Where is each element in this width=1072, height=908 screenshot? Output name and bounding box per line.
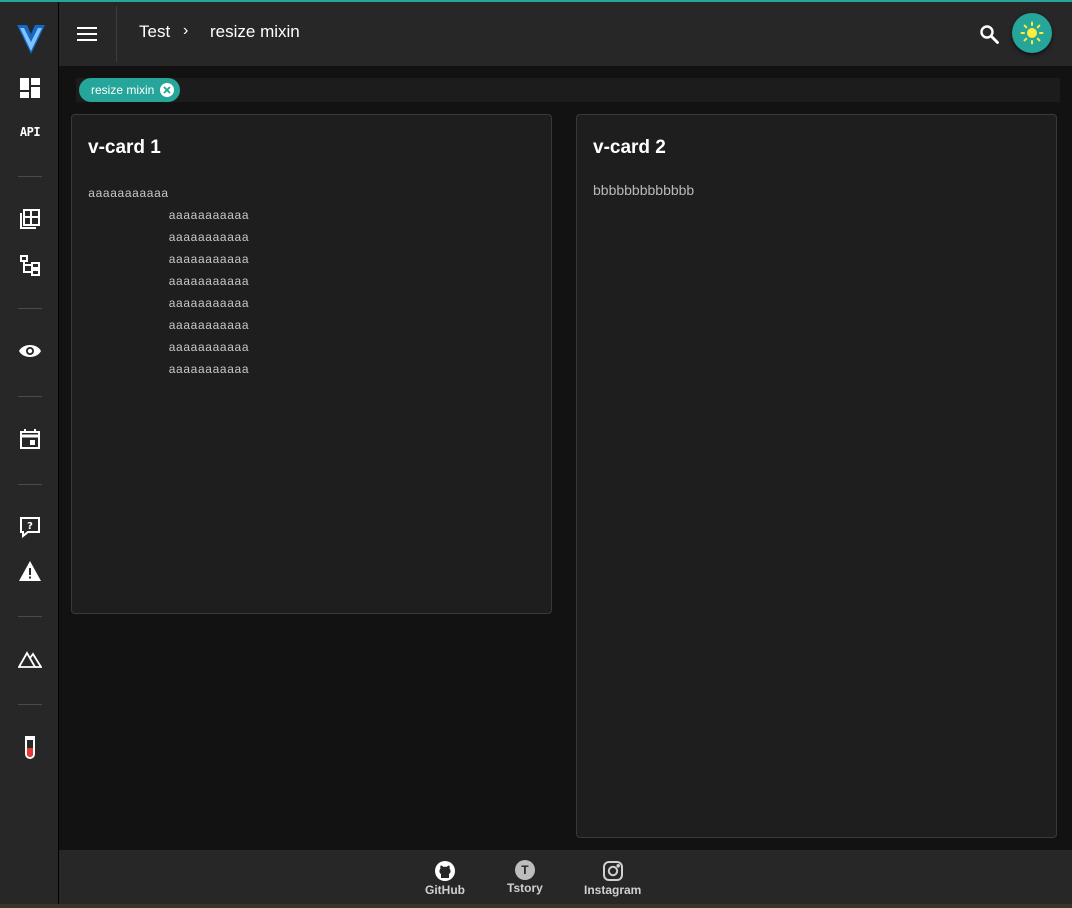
api-icon[interactable]: API (14, 116, 46, 148)
rail-divider (18, 176, 42, 177)
footer: GitHub T Tstory Instagram (59, 850, 1072, 908)
rail-divider (18, 704, 42, 705)
card-content: aaaaaaaaaaa aaaaaaaaaaa aaaaaaaaaaa aaaa… (88, 187, 249, 377)
card-title: v-card 1 (88, 137, 161, 158)
warning-icon[interactable] (14, 555, 46, 587)
card-content: bbbbbbbbbbbbb (593, 182, 695, 198)
rail-divider (18, 484, 42, 485)
tab-bar: resize mixin (76, 78, 1060, 102)
rail-divider (18, 616, 42, 617)
rail-divider (18, 308, 42, 309)
footer-link-label: Tstory (507, 881, 543, 895)
footer-link-instagram[interactable]: Instagram (584, 860, 641, 897)
card-title: v-card 2 (593, 137, 666, 158)
footer-link-github[interactable]: GitHub (425, 860, 465, 897)
theme-toggle-button[interactable] (1012, 13, 1052, 53)
breadcrumb-separator-icon: › (183, 22, 189, 39)
app-bar-divider (116, 6, 117, 62)
footer-link-label: GitHub (425, 883, 465, 897)
app-bar: Test › resize mixin (59, 2, 1072, 66)
mountain-icon[interactable] (14, 643, 46, 675)
tstory-icon: T (514, 860, 535, 880)
search-icon[interactable] (973, 18, 1005, 50)
github-icon (435, 861, 455, 881)
card-1: v-card 1 aaaaaaaaaaa aaaaaaaaaaa aaaaaaa… (71, 114, 552, 614)
test-tube-icon[interactable] (14, 731, 46, 763)
vuetify-logo-icon[interactable] (16, 22, 46, 56)
breadcrumb-current: resize mixin (210, 22, 300, 41)
close-icon[interactable] (160, 83, 175, 97)
card-2: v-card 2 bbbbbbbbbbbbb (576, 114, 1057, 838)
rail-divider (18, 396, 42, 397)
footer-link-label: Instagram (584, 883, 642, 897)
tab-chip-label: resize mixin (91, 83, 155, 97)
breadcrumb-parent[interactable]: Test (139, 22, 170, 42)
instagram-icon (602, 861, 623, 881)
help-icon[interactable]: ? (14, 511, 46, 543)
svg-text:?: ? (27, 521, 33, 532)
table-icon[interactable] (14, 203, 46, 235)
dashboard-icon[interactable] (14, 72, 46, 104)
menu-icon[interactable] (71, 18, 103, 50)
footer-link-tstory[interactable]: T Tstory (507, 860, 543, 895)
nav-rail: API ? (0, 2, 59, 908)
eye-icon[interactable] (14, 335, 46, 367)
api-label: API (19, 125, 41, 139)
sun-icon (1020, 21, 1044, 45)
tab-chip-resize-mixin[interactable]: resize mixin (79, 78, 181, 102)
calendar-icon[interactable] (14, 423, 46, 455)
window-bottom-edge (0, 904, 1072, 908)
tree-icon[interactable] (14, 249, 46, 281)
